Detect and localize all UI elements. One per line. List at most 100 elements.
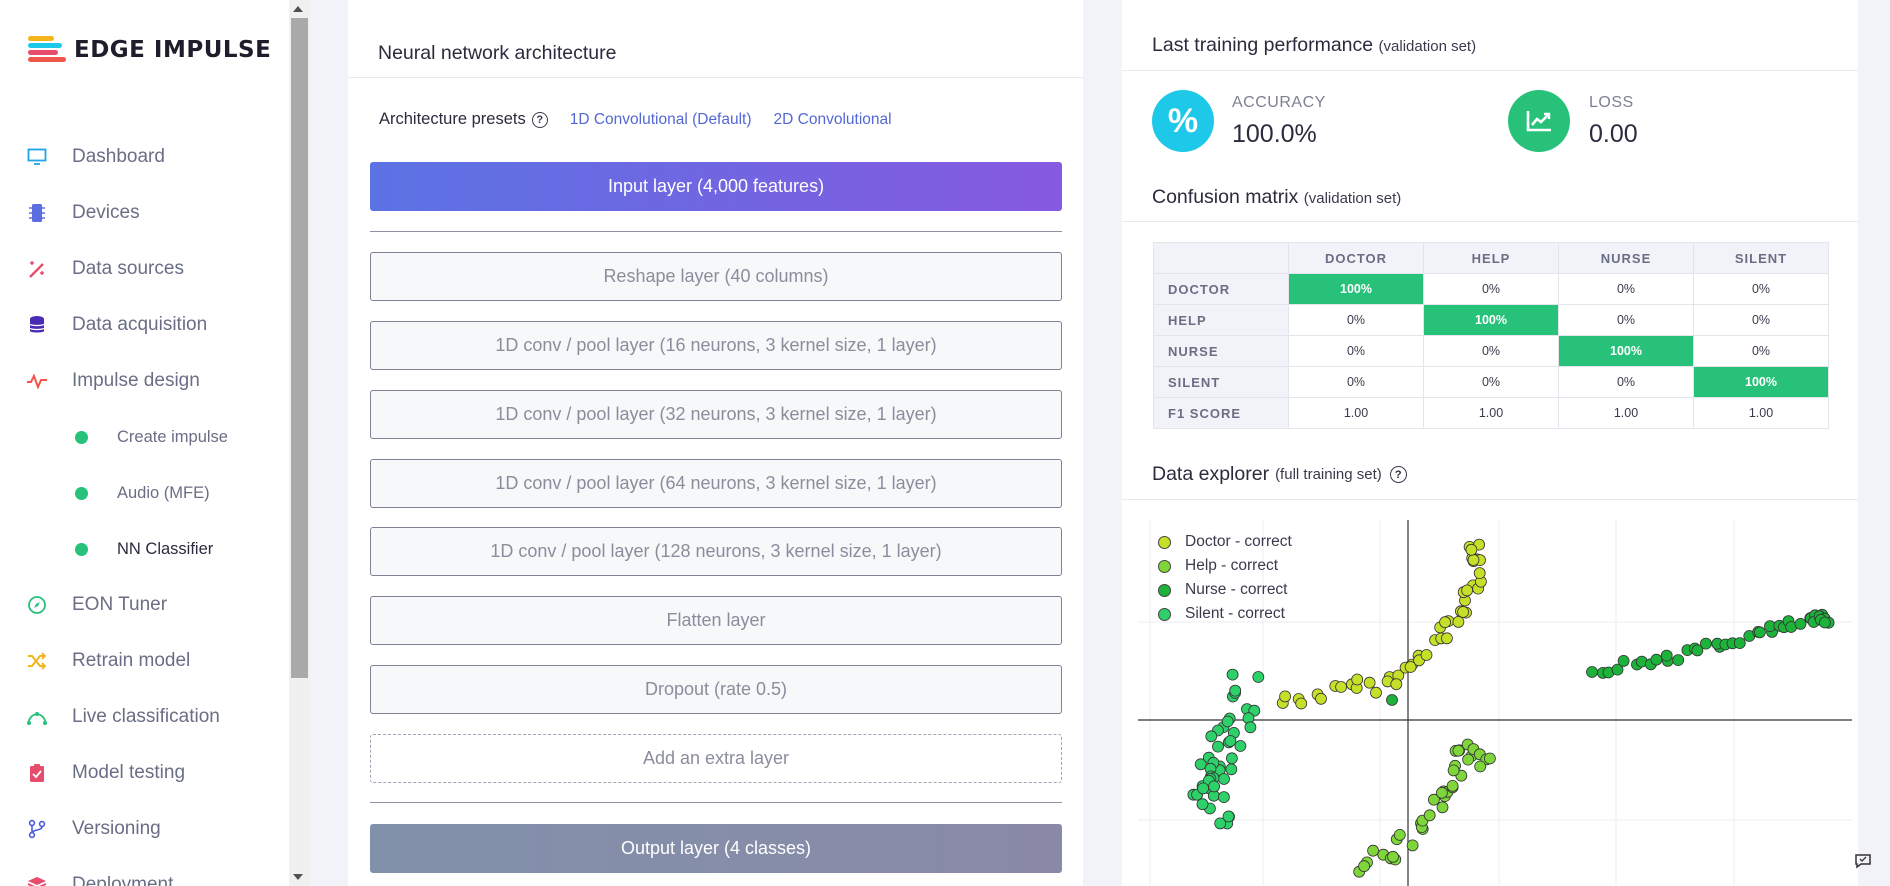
add-extra-layer-button[interactable]: Add an extra layer [370,734,1062,783]
data-point [1452,744,1465,757]
clipboard-icon [26,762,48,784]
sidebar-item-versioning[interactable]: Versioning [0,809,289,849]
sidebar-item-impulse-design[interactable]: Impulse design [0,361,289,401]
data-point [1229,684,1242,697]
data-point [1226,752,1238,765]
performance-title: Last training performance (validation se… [1152,34,1476,57]
data-point [1452,616,1465,628]
output-layer[interactable]: Output layer (4 classes) [370,824,1062,873]
conv-layer-64[interactable]: 1D conv / pool layer (64 neurons, 3 kern… [370,459,1062,508]
box-icon [26,874,48,886]
matrix-row: DOCTOR 100% 0% 0% 0% [1153,273,1829,305]
data-point [1465,543,1478,556]
data-point [1420,649,1433,661]
scroll-thumb[interactable] [291,18,308,678]
legend-dot [1158,583,1171,597]
performance-card: Last training performance (validation se… [1122,0,1858,886]
legend-item[interactable]: Doctor - correct [1158,530,1292,554]
chat-icon [1855,854,1871,869]
legend-item[interactable]: Silent - correct [1158,602,1292,626]
sidebar-item-deployment[interactable]: Deployment [0,865,289,886]
conv-layer-16[interactable]: 1D conv / pool layer (16 neurons, 3 kern… [370,321,1062,370]
sidebar-item-eon-tuner[interactable]: EON Tuner [0,585,289,625]
matrix-column-header: HELP [1423,242,1559,274]
conv-layer-128[interactable]: 1D conv / pool layer (128 neurons, 3 ker… [370,527,1062,576]
data-point [1279,690,1292,703]
status-dot [75,430,88,444]
f1-score-cell: 1.00 [1423,397,1559,429]
flatten-layer[interactable]: Flatten layer [370,596,1062,645]
sidebar-scrollbar[interactable] [289,0,310,886]
data-point [1733,637,1746,649]
data-point [1386,694,1398,706]
data-point [1462,753,1475,766]
sidebar-item-model-testing[interactable]: Model testing [0,753,289,793]
data-point [1586,666,1598,678]
input-layer[interactable]: Input layer (4,000 features) [370,162,1062,211]
conv-layer-32[interactable]: 1D conv / pool layer (32 neurons, 3 kern… [370,390,1062,439]
monitor-icon [26,146,48,168]
legend-dot [1158,535,1171,549]
sidebar-item-label: Live classification [72,706,220,727]
data-point [1370,686,1382,699]
data-point [1212,740,1224,753]
f1-score-label: F1 SCORE [1153,397,1289,429]
loss-value: 0.00 [1589,120,1638,148]
f1-score-cell: 1.00 [1288,397,1424,429]
logo[interactable]: EDGE IMPULSE [28,36,271,64]
legend-item[interactable]: Nurse - correct [1158,578,1292,602]
sidebar-subitem-label: Audio (MFE) [117,483,210,502]
legend-dot [1158,607,1171,621]
sidebar-item-data-acquisition[interactable]: Data acquisition [0,305,289,345]
status-dot [75,486,88,500]
feedback-button[interactable] [1848,848,1878,874]
data-point [1226,668,1239,681]
presets-label: Architecture presets [379,110,526,128]
legend-item[interactable]: Help - correct [1158,554,1292,578]
sidebar-subitem-audio-mfe[interactable]: Audio (MFE) [0,473,289,513]
confusion-subtitle: (validation set) [1303,190,1402,207]
sidebar-subitem-nn-classifier[interactable]: NN Classifier [0,529,289,569]
sidebar-item-label: Dashboard [72,146,165,167]
divider [1122,70,1858,71]
data-point [1197,782,1209,795]
sidebar-subitem-create-impulse[interactable]: Create impulse [0,417,289,457]
sidebar-item-label: EON Tuner [72,594,168,615]
sidebar-item-dashboard[interactable]: Dashboard [0,137,289,177]
reshape-layer[interactable]: Reshape layer (40 columns) [370,252,1062,301]
matrix-row-header: DOCTOR [1153,273,1289,305]
preset-1d-conv-link[interactable]: 1D Convolutional (Default) [570,111,752,129]
explorer-title: Data explorer (full training set) ? [1152,463,1407,486]
data-point [1295,697,1308,710]
matrix-cell: 0% [1288,366,1424,398]
legend-label: Silent - correct [1185,605,1285,622]
matrix-row: HELP 0% 100% 0% 0% [1153,304,1829,336]
accuracy-label: ACCURACY [1232,94,1326,111]
help-icon[interactable]: ? [1389,466,1407,483]
matrix-row-header: SILENT [1153,366,1289,398]
shuffle-icon [26,650,48,672]
sidebar-item-label: Model testing [72,762,186,783]
scroll-up-arrow[interactable] [293,6,303,12]
data-point [1363,676,1376,689]
sidebar-item-label: Devices [72,202,140,223]
scroll-down-arrow[interactable] [293,874,303,880]
data-point [1440,632,1453,645]
sidebar-item-retrain-model[interactable]: Retrain model [0,641,289,681]
matrix-cell: 0% [1558,273,1694,305]
confusion-title-text: Confusion matrix [1152,186,1299,208]
data-point [1196,798,1209,811]
data-point [1390,678,1403,691]
sidebar-item-data-sources[interactable]: Data sources [0,249,289,289]
dropout-layer[interactable]: Dropout (rate 0.5) [370,665,1062,714]
sidebar-item-live-classification[interactable]: Live classification [0,697,289,737]
sidebar-item-devices[interactable]: Devices [0,193,289,233]
data-point [1224,735,1237,747]
data-point [1393,828,1406,841]
matrix-row-header: NURSE [1153,335,1289,367]
data-point [1660,649,1673,662]
database-icon [26,314,48,336]
matrix-cell: 100% [1558,335,1694,367]
preset-2d-conv-link[interactable]: 2D Convolutional [774,111,892,129]
help-icon[interactable]: ? [531,111,548,128]
